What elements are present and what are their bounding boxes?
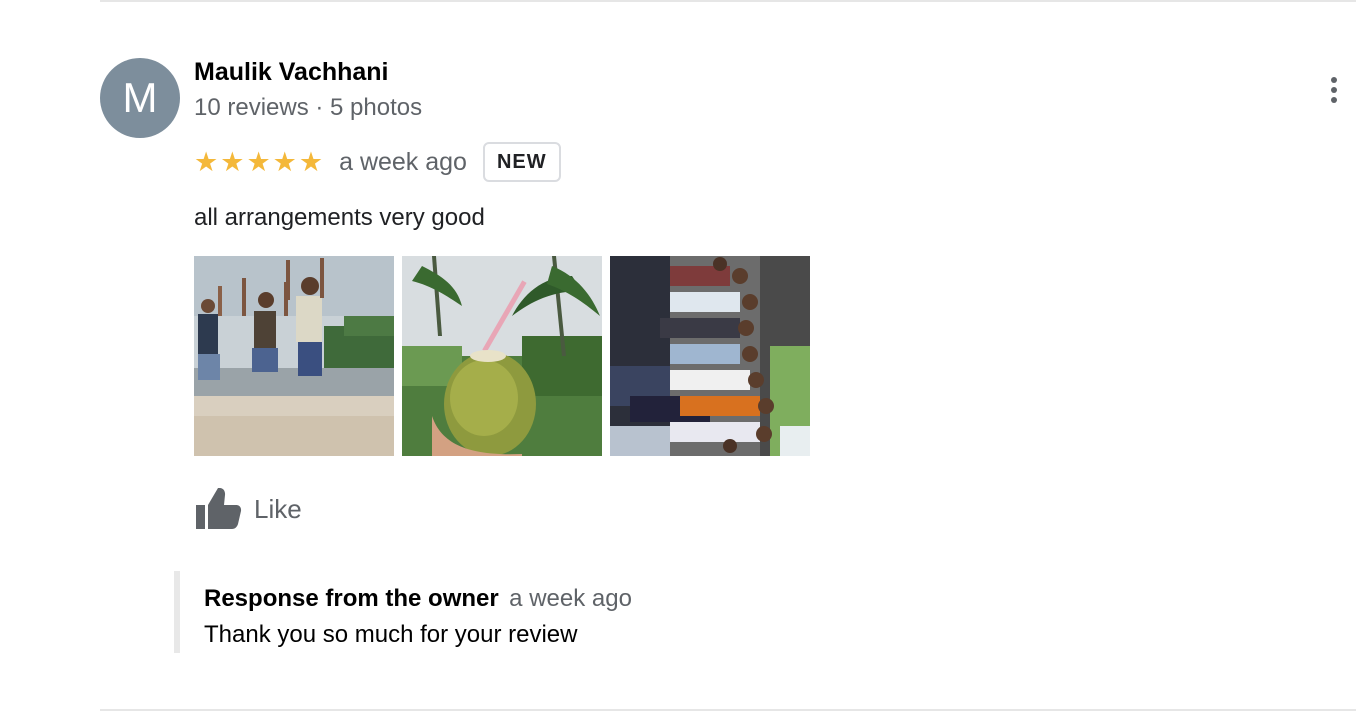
owner-response: Response from the owner a week ago Thank…: [174, 571, 874, 653]
review-photo-1[interactable]: [194, 256, 394, 456]
review-date: a week ago: [339, 147, 467, 176]
avatar[interactable]: M: [100, 58, 180, 138]
coconut-photo: [402, 256, 602, 456]
owner-response-date: a week ago: [509, 585, 632, 612]
new-badge: NEW: [482, 142, 561, 182]
owner-response-title: Response from the owner: [204, 585, 499, 612]
star-icon: ★: [298, 146, 324, 177]
like-label: Like: [254, 493, 302, 524]
star-rating: ★ ★ ★ ★ ★: [194, 146, 324, 177]
more-vert-icon-dot: [1331, 87, 1337, 93]
bottom-divider: [100, 709, 1356, 711]
top-divider: [100, 0, 1356, 2]
owner-response-heading: Response from the owner a week ago: [204, 585, 632, 613]
like-button[interactable]: Like: [194, 484, 302, 534]
reviewer-meta[interactable]: 10 reviews · 5 photos: [194, 94, 422, 122]
owner-response-text: Thank you so much for your review: [204, 621, 578, 648]
review-photo-2[interactable]: [402, 256, 602, 456]
reviewer-name[interactable]: Maulik Vachhani: [194, 58, 389, 87]
more-options-button[interactable]: [1318, 72, 1350, 108]
thumb-up-icon: [196, 488, 242, 529]
group-photo: [610, 256, 810, 456]
star-icon: ★: [246, 146, 271, 177]
review-photo-3[interactable]: [610, 256, 810, 456]
beach-jump-photo: [194, 256, 394, 456]
review-text: all arrangements very good: [194, 204, 485, 231]
avatar-initial: M: [122, 74, 158, 121]
star-icon: ★: [194, 146, 219, 177]
star-icon: ★: [220, 146, 245, 177]
rating-row: ★ ★ ★ ★ ★ a week ago NEW: [194, 140, 561, 184]
more-vert-icon-dot: [1331, 77, 1337, 83]
star-icon: ★: [272, 146, 297, 177]
more-vert-icon-dot: [1331, 97, 1337, 103]
